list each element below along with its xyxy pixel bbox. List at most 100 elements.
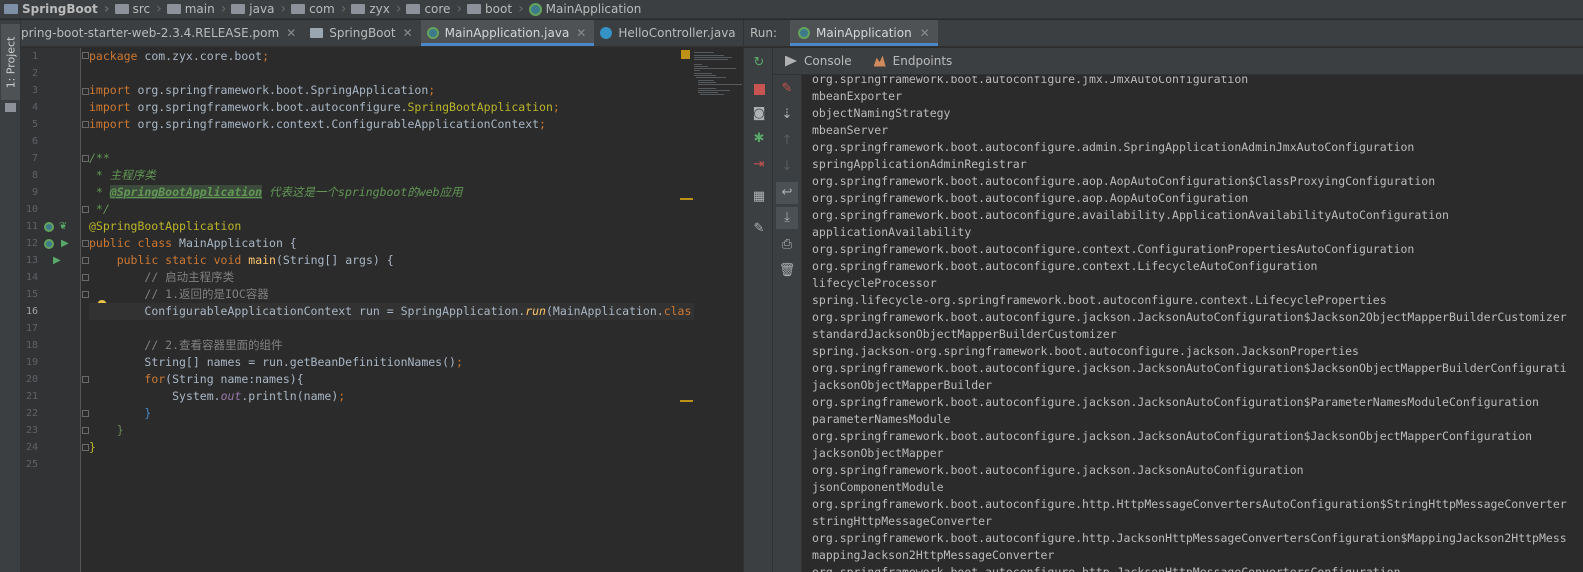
fold-marker-icon[interactable] [82,206,89,213]
console-line: org.springframework.boot.autoconfigure.a… [812,174,1436,188]
clear-edit-icon[interactable]: ✎ [779,81,795,97]
arrow-down-icon[interactable]: ↓ [779,159,795,175]
warning-marker-icon[interactable] [681,50,690,59]
editor-gutter: 1 2 3 4 5 6 7 8 9 10 11 12 13 14 15 16 1… [21,48,81,572]
fold-marker-icon[interactable] [82,52,89,59]
tab-hellocontroller[interactable]: HelloController.java✕ [594,20,743,46]
tab-mainapplication[interactable]: MainApplication.java ✕ [420,20,595,46]
exit-icon[interactable]: ⇥ [751,157,767,173]
folder-icon [291,4,306,14]
spring-bean-icon[interactable] [44,239,54,249]
rerun-icon[interactable]: ↻ [751,55,767,71]
fold-marker-icon[interactable] [82,291,89,298]
console-line: mappingJackson2HttpMessageConverter [812,548,1055,562]
breadcrumb-item-project[interactable]: SpringBoot › [4,0,115,18]
fold-marker-icon[interactable] [82,88,89,95]
breadcrumb-item-zyx[interactable]: zyx › [351,0,406,18]
run-icon[interactable]: ▶ [61,235,69,252]
close-icon[interactable]: ✕ [286,26,296,40]
stop-icon [753,83,765,95]
breadcrumb-item-com[interactable]: com › [291,0,351,18]
folder-icon [351,4,366,14]
breadcrumb-label: main [184,2,215,16]
trash-icon[interactable]: 🗑 [779,263,796,279]
warning-stripe[interactable] [680,198,693,200]
spring-boot-icon[interactable]: ❦ [59,218,67,235]
line-number: 15 [25,289,38,300]
console-line: mbeanServer [812,123,889,137]
spring-class-icon [528,2,542,16]
run-icon[interactable]: ▶ [53,252,61,269]
folder-icon [231,4,246,14]
console-line: org.springframework.boot.autoconfigure.h… [812,531,1567,545]
breadcrumb-item-src[interactable]: src › [114,0,167,18]
console-line: springApplicationAdminRegistrar [812,157,1027,171]
breadcrumb-label: SpringBoot [22,2,98,16]
console-line: objectNamingStrategy [812,106,951,120]
code-minimap[interactable] [692,48,743,128]
console-line: org.springframework.boot.autoconfigure.j… [812,395,1539,409]
console-line: org.springframework.boot.autoconfigure.a… [812,191,1249,205]
code-area[interactable]: package com.zyx.core.boot; import org.sp… [89,48,694,572]
run-tab-mainapplication[interactable]: MainApplication ✕ [790,20,938,46]
breadcrumb-item-mainapplication[interactable]: MainApplication [528,0,641,18]
breadcrumb-label: zyx [369,2,390,16]
tab-endpoints[interactable]: Endpoints [862,54,963,68]
console-icon [785,55,797,67]
line-number: 6 [31,136,38,147]
code-editor[interactable]: 1 2 3 4 5 6 7 8 9 10 11 12 13 14 15 16 1… [21,48,743,572]
breadcrumb-item-java[interactable]: java › [231,0,291,18]
layout-icon[interactable]: ▦ [751,189,767,205]
breadcrumb-item-boot[interactable]: boot › [467,0,529,18]
fold-marker-icon[interactable] [82,240,89,247]
close-icon[interactable]: ✕ [403,26,413,40]
chevron-right-icon: › [280,1,287,17]
project-tool-tab[interactable]: 1: Project [1,24,20,100]
pin-icon[interactable]: ✎ [751,221,767,237]
fold-marker-icon[interactable] [82,274,89,281]
code-line: */ [89,202,110,216]
fold-marker-icon[interactable] [82,427,89,434]
console-line: jacksonObjectMapperBuilder [812,378,993,392]
breadcrumb-label: src [132,2,151,16]
fold-marker-icon[interactable] [82,121,89,128]
soft-wrap-icon[interactable]: ↩ [776,182,798,204]
close-icon[interactable]: ✕ [576,26,586,40]
fold-marker-icon[interactable] [82,257,89,264]
breadcrumb-item-core[interactable]: core › [406,0,467,18]
camera-icon[interactable]: ◙ [751,106,767,122]
tab-label: SpringBoot [329,26,396,40]
code-line: } [89,440,96,454]
spring-bean-icon[interactable] [44,222,54,232]
line-number: 3 [31,85,38,96]
console-line: applicationAvailability [812,225,972,239]
code-line: } [144,406,152,420]
line-number: 1 [31,51,38,62]
sort-down-icon[interactable]: ⇣ [779,107,795,123]
project-tab-label: 1: Project [4,36,17,88]
close-icon[interactable]: ✕ [920,26,930,40]
fold-marker-icon[interactable] [82,410,89,417]
scroll-to-end-icon[interactable]: ⤓ [776,207,798,229]
chevron-right-icon: › [156,1,162,17]
tab-console[interactable]: Console [773,54,862,68]
fold-marker-icon[interactable] [82,155,89,162]
console-line: spring.jackson-org.springframework.boot.… [812,344,1359,358]
fold-marker-icon[interactable] [82,376,89,383]
console-line: org.springframework.boot.autoconfigure.j… [812,429,1533,443]
code-line: public static void main(String[] args) { [116,253,394,267]
fold-marker-icon[interactable] [82,444,89,451]
tab-pom[interactable]: pring-boot-starter-web-2.3.4.RELEASE.pom… [21,20,304,46]
line-number: 7 [31,153,38,164]
arrow-up-icon[interactable]: ↑ [779,133,795,149]
console-output[interactable]: org.springframework.boot.autoconfigure.j… [802,76,1583,572]
code-line: // 启动主程序类 [144,270,235,284]
code-line: // 1.返回的是IOC容器 [144,287,269,301]
debug-bug-icon[interactable]: ✱ [751,131,767,147]
print-icon[interactable]: ⎙ [779,237,795,253]
breadcrumb-item-main[interactable]: main › [166,0,232,18]
tab-springboot[interactable]: SpringBoot ✕ [304,20,420,46]
stop-button[interactable] [751,81,767,97]
console-line: org.springframework.boot.autoconfigure.j… [812,310,1567,324]
warning-stripe[interactable] [680,400,693,402]
